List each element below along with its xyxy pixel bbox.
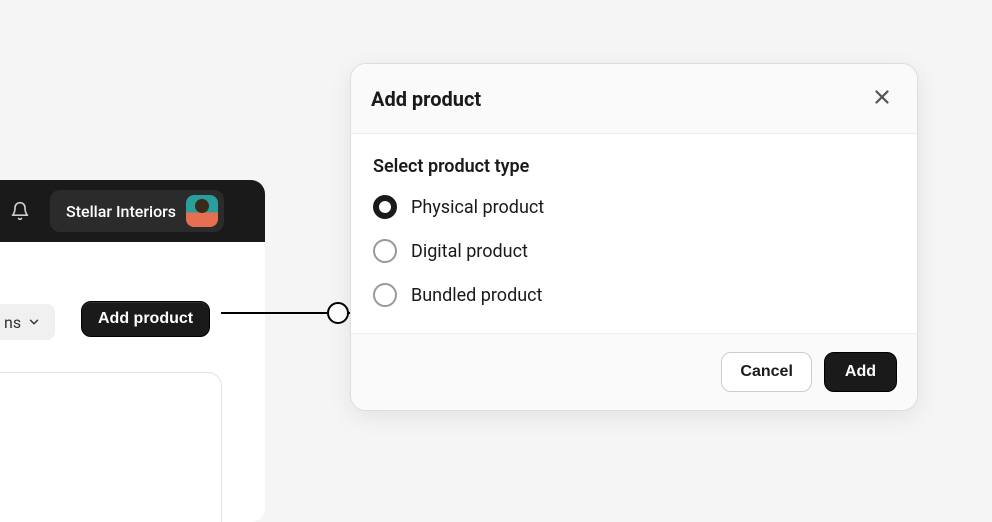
radio-label: Digital product <box>411 241 528 262</box>
connector-endpoint <box>327 302 349 324</box>
modal-footer: Cancel Add <box>351 333 917 410</box>
radio-indicator <box>373 195 397 219</box>
add-button[interactable]: Add <box>824 352 897 392</box>
notifications-icon[interactable] <box>0 180 40 242</box>
add-product-button[interactable]: Add product <box>81 301 210 337</box>
close-icon <box>871 86 893 111</box>
close-button[interactable] <box>867 82 897 115</box>
radio-bundled-product[interactable]: Bundled product <box>373 283 895 307</box>
brand-chip[interactable]: Stellar Interiors <box>50 190 224 232</box>
radio-label: Bundled product <box>411 285 542 306</box>
modal-title: Add product <box>371 87 481 111</box>
background-app: Stellar Interiors ns Add product <box>0 180 265 522</box>
app-topbar: Stellar Interiors <box>0 180 265 242</box>
cancel-button[interactable]: Cancel <box>721 352 811 392</box>
modal-header: Add product <box>351 64 917 134</box>
modal-body: Select product type Physical product Dig… <box>351 134 917 333</box>
add-product-modal: Add product Select product type Physical… <box>350 63 918 411</box>
content-card <box>0 372 222 522</box>
radio-label: Physical product <box>411 197 544 218</box>
chevron-down-icon <box>27 315 41 329</box>
avatar <box>186 195 218 227</box>
dropdown-text-fragment: ns <box>4 313 21 332</box>
radio-indicator <box>373 283 397 307</box>
product-type-radio-group: Physical product Digital product Bundled… <box>373 195 895 307</box>
radio-physical-product[interactable]: Physical product <box>373 195 895 219</box>
app-body: ns Add product <box>0 242 265 522</box>
radio-digital-product[interactable]: Digital product <box>373 239 895 263</box>
radio-indicator <box>373 239 397 263</box>
brand-name: Stellar Interiors <box>66 202 176 221</box>
section-label: Select product type <box>373 156 895 177</box>
actions-dropdown-partial[interactable]: ns <box>0 304 55 340</box>
